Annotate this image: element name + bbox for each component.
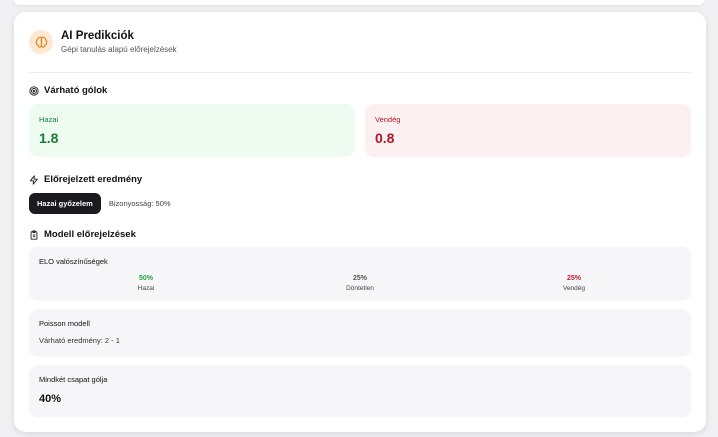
page-title: AI Predikciók <box>61 30 134 42</box>
zap-icon <box>29 174 38 185</box>
confidence-text: Bizonyosság: 50% <box>108 199 171 208</box>
ai-predictions-card: AI Predikciók Gépi tanulás alapú előreje… <box>14 12 706 432</box>
away-goals-label: Vendég <box>375 115 401 124</box>
model-predictions-section: Modell előrejelzések ELO valószínűségek … <box>29 229 691 417</box>
elo-title: ELO valószínűségek <box>39 257 108 266</box>
home-goals-label: Hazai <box>39 115 59 124</box>
brain-icon <box>29 30 53 54</box>
home-goals-box: Hazai 1.8 <box>29 104 355 157</box>
previous-card-edge <box>14 0 704 5</box>
expected-goals-section: Várható gólok Hazai 1.8 Vendég 0.8 <box>29 85 691 157</box>
home-goals-value: 1.8 <box>39 130 59 146</box>
elo-away: 25% Vendég <box>562 275 586 292</box>
page-subtitle: Gépi tanulás alapú előrejelzések <box>61 45 177 54</box>
predicted-result-section: Előrejelzett eredmény Hazai győzelem Biz… <box>29 174 691 214</box>
poisson-result: Várható eredmény: 2 - 1 <box>39 336 120 345</box>
away-goals-box: Vendég 0.8 <box>365 104 691 157</box>
model-predictions-title: Modell előrejelzések <box>29 229 691 240</box>
expected-goals-title: Várható gólok <box>29 85 691 96</box>
clipboard-icon <box>30 229 38 240</box>
predicted-result-title: Előrejelzett eredmény <box>29 174 691 185</box>
header-divider <box>29 72 691 73</box>
poisson-title: Poisson modell <box>39 319 90 328</box>
card-header: AI Predikciók Gépi tanulás alapú előreje… <box>29 12 691 72</box>
btts-title: Mindkét csapat gólja <box>39 375 108 384</box>
elo-draw: 25% Döntetlen <box>346 275 374 292</box>
elo-panel: ELO valószínűségek 50% Hazai 25% Döntetl… <box>29 247 691 301</box>
away-goals-value: 0.8 <box>375 130 395 146</box>
btts-panel: Mindkét csapat gólja 40% <box>29 365 691 417</box>
elo-home: 50% Hazai <box>137 275 155 292</box>
target-icon <box>29 85 39 96</box>
poisson-panel: Poisson modell Várható eredmény: 2 - 1 <box>29 309 691 357</box>
btts-value: 40% <box>39 393 62 405</box>
outcome-badge: Hazai győzelem <box>29 193 101 214</box>
